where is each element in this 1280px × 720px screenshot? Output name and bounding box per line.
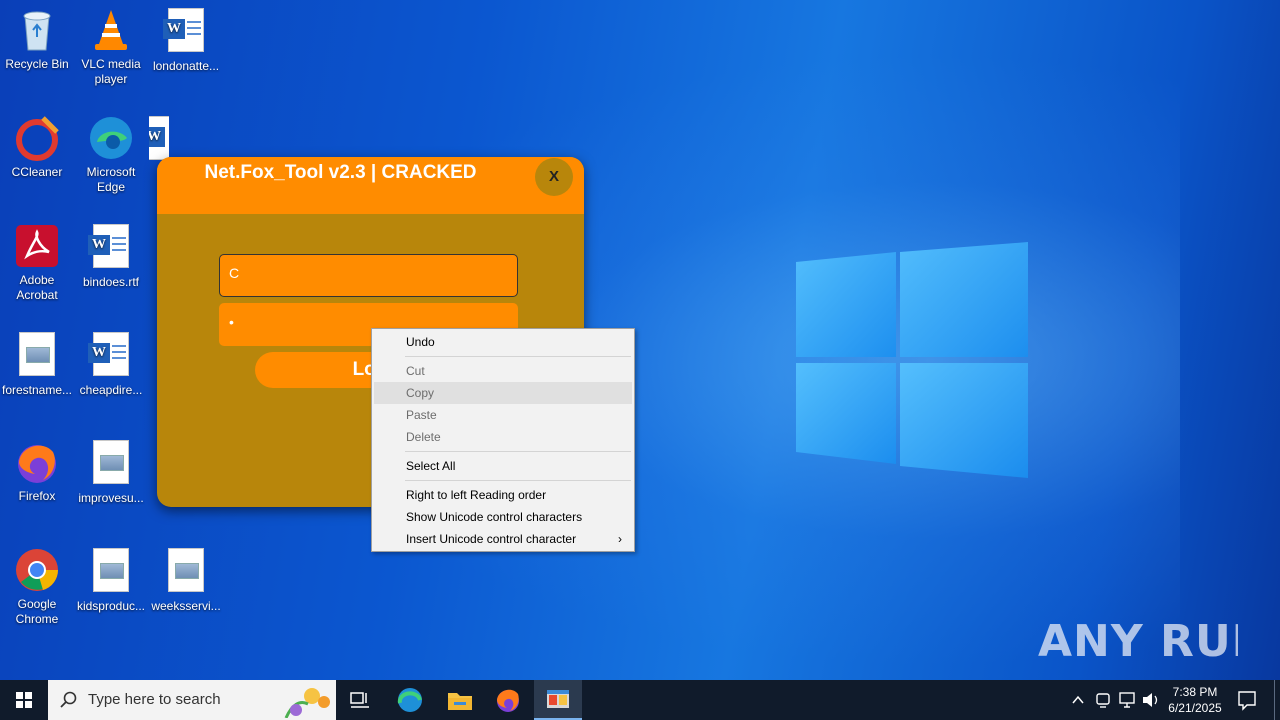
desktop-icon-label: cheapdire... [79, 383, 143, 397]
desktop-icon-edge[interactable]: Microsoft Edge [74, 114, 148, 195]
windows-start-icon [16, 692, 32, 708]
taskbar-edge[interactable] [386, 680, 434, 720]
desktop-icon-label: VLC media player [81, 57, 141, 86]
menu-item-delete[interactable]: Delete [374, 426, 632, 448]
desktop-icon-label: Google Chrome [15, 597, 59, 626]
clock-date: 6/21/2025 [1168, 701, 1222, 715]
chevron-up-icon [1072, 695, 1084, 704]
menu-separator [405, 451, 631, 452]
menu-item-show-unicode-control[interactable]: Show Unicode control characters [374, 506, 632, 528]
desktop-icon-acrobat[interactable]: Adobe Acrobat [0, 222, 74, 303]
action-center-button[interactable] [1232, 680, 1262, 720]
desktop-icon-forestname[interactable]: forestname... [0, 330, 74, 398]
file-explorer-icon [448, 693, 472, 710]
menu-item-paste[interactable]: Paste [374, 404, 632, 426]
vlc-cone-icon [87, 6, 135, 54]
menu-separator [405, 356, 631, 357]
anyrun-logo: ANY RUN [1038, 616, 1269, 667]
desktop-icon-weeksservi[interactable]: weeksservi... [149, 546, 223, 614]
desktop-icon-ccleaner[interactable]: CCleaner [0, 114, 74, 180]
image-file-icon [87, 440, 135, 488]
desktop-icon-firefox[interactable]: Firefox [0, 438, 74, 504]
image-file-icon [162, 548, 210, 596]
menu-item-label: Insert Unicode control character [406, 532, 577, 546]
desktop-icon-label: bindoes.rtf [82, 275, 140, 289]
anyrun-watermark: ANY RUN [1038, 608, 1269, 684]
taskbar-file-explorer[interactable] [436, 680, 484, 720]
chrome-icon [13, 546, 61, 594]
show-hidden-icons-button[interactable] [1068, 680, 1088, 720]
menu-item-copy[interactable]: Copy [374, 382, 632, 404]
username-input[interactable]: C [219, 254, 518, 297]
svg-text:ANY RUN: ANY RUN [1038, 616, 1238, 667]
taskbar-firefox[interactable] [484, 680, 532, 720]
desktop-icon-kidsproduc[interactable]: kidsproduc... [74, 546, 148, 614]
context-menu: Undo Cut Copy Paste Delete Select All Ri… [371, 328, 635, 552]
menu-item-cut[interactable]: Cut [374, 360, 632, 382]
desktop-icon-label: weeksservi... [151, 599, 221, 613]
desktop-icon-label: CCleaner [11, 165, 63, 179]
task-view-icon [350, 692, 369, 708]
ccleaner-icon [13, 114, 61, 162]
menu-item-select-all[interactable]: Select All [374, 455, 632, 477]
taskbar-net-fox-tool[interactable] [534, 680, 582, 720]
desktop-icon-label: kidsproduc... [76, 599, 146, 613]
search-highlight-flowers-icon [284, 688, 330, 718]
search-icon [60, 691, 77, 708]
desktop-icon-label: Adobe Acrobat [16, 273, 58, 302]
network-icon [1119, 692, 1135, 708]
menu-item-undo[interactable]: Undo [374, 331, 632, 353]
taskbar-search-box[interactable]: Type here to search [48, 680, 336, 720]
task-view-button[interactable] [336, 680, 384, 720]
tray-app-icon[interactable] [1092, 680, 1114, 720]
clock-time: 7:38 PM [1172, 685, 1218, 699]
desktop-icon-label: londonatte... [152, 59, 220, 73]
word-document-icon: W [87, 332, 135, 380]
desktop-icon-cheapdire[interactable]: W cheapdire... [74, 330, 148, 398]
desktop-icon-recycle-bin[interactable]: Recycle Bin [0, 6, 74, 72]
recycle-bin-icon [13, 6, 61, 54]
close-button[interactable]: X [535, 158, 573, 196]
edge-icon [87, 114, 135, 162]
desktop-icon-londonatte[interactable]: W londonatte... [149, 6, 223, 74]
desktop-icon-label: Microsoft Edge [86, 165, 136, 194]
app-title: Net.Fox_Tool v2.3 | CRACKED [204, 162, 477, 183]
word-document-icon: W [87, 224, 135, 272]
desktop-icon-label: improvesu... [78, 491, 144, 505]
firefox-icon [497, 689, 519, 712]
image-file-icon [13, 332, 61, 380]
app-header: Net.Fox_Tool v2.3 | CRACKED X [157, 157, 584, 214]
network-status-button[interactable] [1116, 680, 1138, 720]
word-document-icon: W [162, 8, 210, 56]
tray-network-adapter-icon [1096, 693, 1110, 708]
net-fox-tool-icon [547, 690, 569, 708]
taskbar-clock[interactable]: 7:38 PM 6/21/2025 [1160, 684, 1230, 716]
edge-icon [397, 688, 422, 712]
desktop-icon-bindoes[interactable]: W bindoes.rtf [74, 222, 148, 290]
firefox-icon [13, 438, 61, 486]
desktop-icon-label: forestname... [1, 383, 73, 397]
volume-button[interactable] [1140, 680, 1162, 720]
submenu-arrow-icon: › [618, 532, 622, 546]
menu-item-insert-unicode-control[interactable]: Insert Unicode control character › [374, 528, 632, 550]
taskbar: Type here to search 7:38 PM 6/21/2025 [0, 680, 1280, 720]
desktop-icon-improvesu[interactable]: improvesu... [74, 438, 148, 506]
desktop-icon-label: Recycle Bin [5, 57, 69, 71]
desktop-icon-label: Firefox [18, 489, 56, 503]
image-file-icon [87, 548, 135, 596]
desktop-icon-chrome[interactable]: Google Chrome [0, 546, 74, 627]
speaker-icon [1143, 693, 1158, 707]
start-button[interactable] [0, 680, 48, 720]
show-desktop-button[interactable] [1274, 680, 1280, 720]
menu-separator [405, 480, 631, 481]
acrobat-icon [13, 222, 61, 270]
desktop-icon-vlc[interactable]: VLC media player [74, 6, 148, 87]
search-placeholder: Type here to search [88, 691, 221, 708]
notification-icon [1238, 691, 1256, 711]
menu-item-rtl-reading-order[interactable]: Right to left Reading order [374, 484, 632, 506]
windows-wallpaper-logo [796, 242, 1028, 478]
